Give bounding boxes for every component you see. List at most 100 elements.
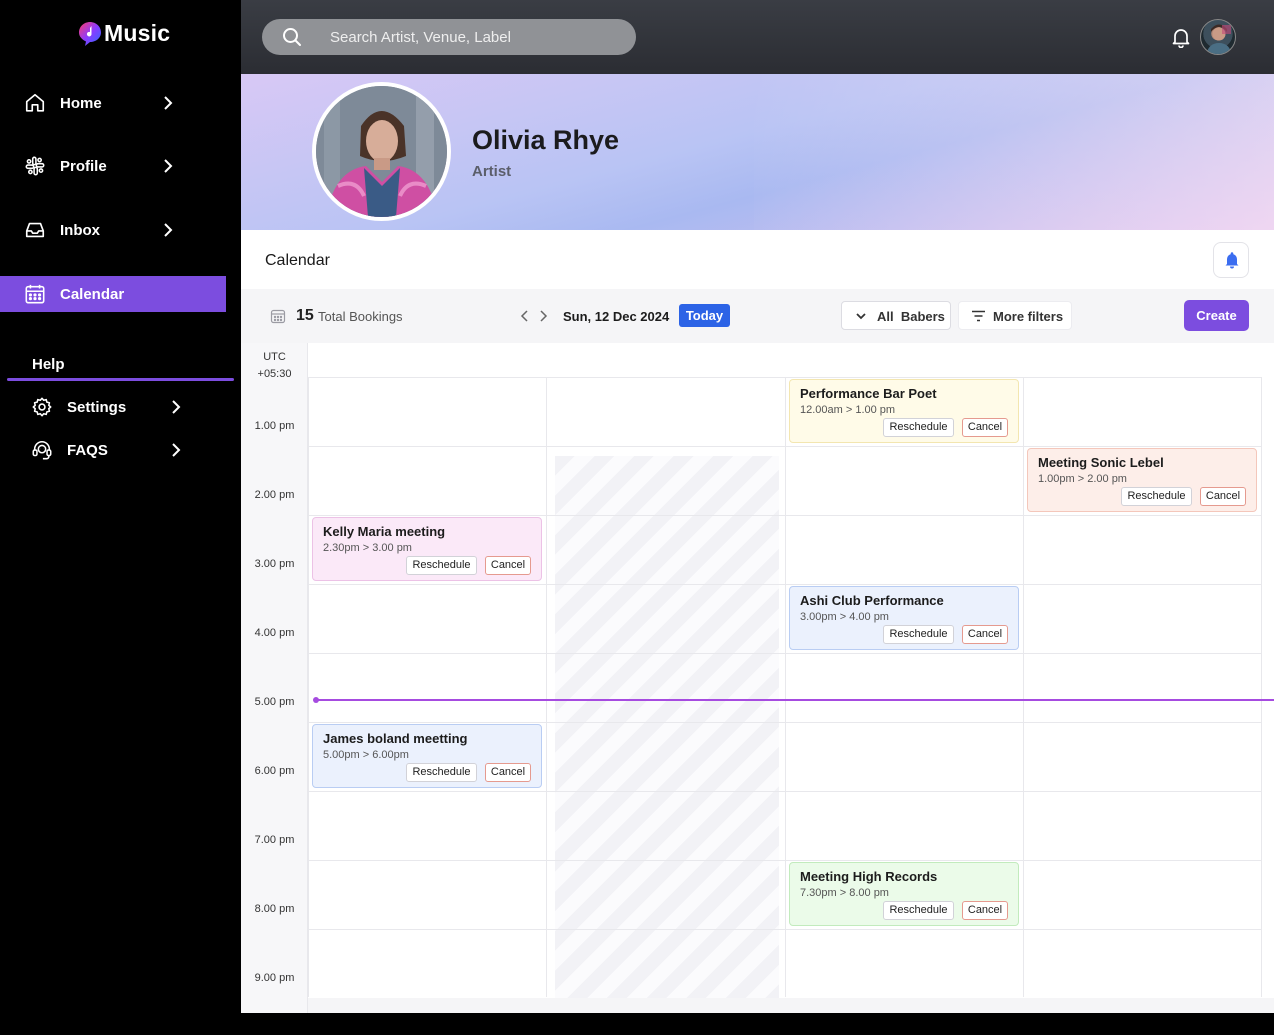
chevron-right-icon xyxy=(164,159,173,173)
event-title: James boland meetting xyxy=(323,731,468,746)
more-filters-label: More filters xyxy=(993,309,1064,324)
cancel-button[interactable]: Cancel xyxy=(1200,487,1246,506)
sidebar: Music Home Profile Inbox Calendar Help S… xyxy=(0,0,240,1035)
bell-icon xyxy=(1225,252,1239,269)
time-label: 3.00 pm xyxy=(254,558,295,570)
time-label: 4.00 pm xyxy=(254,627,295,639)
search-icon xyxy=(283,28,301,46)
event-card[interactable]: Kelly Maria meeting 2.30pm > 3.00 pm Resch… xyxy=(312,517,542,581)
user-avatar[interactable] xyxy=(1200,19,1236,55)
event-card[interactable]: Ashi Club Performance 3.00pm > 4.00 pm Res… xyxy=(789,586,1019,650)
event-title: Ashi Club Performance xyxy=(800,593,944,608)
profile-photo xyxy=(312,82,451,221)
search-bar[interactable] xyxy=(262,19,636,55)
topbar xyxy=(241,0,1274,74)
chevron-right-icon xyxy=(172,443,181,457)
event-time: 12.00am > 1.00 pm xyxy=(800,404,896,416)
search-input[interactable] xyxy=(330,27,620,47)
barbers-filter-label: All Babers xyxy=(877,309,945,324)
calendar-notification-button[interactable] xyxy=(1213,242,1249,278)
help-section-label: Help xyxy=(32,356,65,373)
reschedule-button[interactable]: Reschedule xyxy=(406,763,477,782)
reschedule-button[interactable]: Reschedule xyxy=(1121,487,1192,506)
grid-footer xyxy=(308,998,1274,1013)
cancel-button[interactable]: Cancel xyxy=(962,901,1008,920)
music-logo-icon xyxy=(79,21,101,46)
grid-column-line xyxy=(1261,377,1262,997)
total-bookings-label: Total Bookings xyxy=(318,309,403,324)
more-filters-button[interactable]: More filters xyxy=(958,301,1072,330)
time-label: 8.00 pm xyxy=(254,903,295,915)
reschedule-button[interactable]: Reschedule xyxy=(883,418,954,437)
filter-lines-icon xyxy=(972,310,985,322)
event-title: Meeting High Records xyxy=(800,869,938,884)
chevron-right-icon xyxy=(164,223,173,237)
reschedule-button[interactable]: Reschedule xyxy=(883,625,954,644)
chevron-right-icon[interactable] xyxy=(538,309,548,323)
current-time-indicator xyxy=(316,699,1274,701)
sidebar-item-label: Calendar xyxy=(60,285,125,303)
sidebar-item-faqs[interactable]: FAQS xyxy=(0,434,226,466)
slack-icon xyxy=(25,156,45,176)
grid-column-line xyxy=(1023,377,1024,997)
time-label: 2.00 pm xyxy=(254,489,295,501)
avatar-icon xyxy=(1206,24,1232,54)
sidebar-item-calendar[interactable]: Calendar xyxy=(0,276,226,312)
logo-text: Music xyxy=(104,20,171,46)
event-card[interactable]: Meeting Sonic Lebel 1.00pm > 2.00 pm Resch… xyxy=(1027,448,1257,512)
event-time: 2.30pm > 3.00 pm xyxy=(323,542,412,554)
bottom-strip xyxy=(241,1013,1274,1035)
time-label: 6.00 pm xyxy=(254,765,295,777)
profile-name: Olivia Rhye xyxy=(472,125,620,155)
cancel-button[interactable]: Cancel xyxy=(485,763,531,782)
grid-column-line xyxy=(785,377,786,997)
cancel-button[interactable]: Cancel xyxy=(962,625,1008,644)
artist-portrait-icon xyxy=(316,86,447,217)
logo[interactable]: Music xyxy=(78,20,170,47)
sidebar-item-inbox[interactable]: Inbox xyxy=(0,212,226,248)
event-title: Kelly Maria meeting xyxy=(323,524,446,539)
sidebar-item-profile[interactable]: Profile xyxy=(0,148,226,184)
home-icon xyxy=(25,93,45,112)
inbox-icon xyxy=(25,222,45,238)
calendar-title: Calendar xyxy=(265,252,330,269)
cancel-button[interactable]: Cancel xyxy=(485,556,531,575)
event-card[interactable]: James boland meetting 5.00pm > 6.00pm Resc… xyxy=(312,724,542,788)
time-label: 7.00 pm xyxy=(254,834,295,846)
calendar-grid: UTC +05:30 1.00 pm 2.00 pm 3.00 pm 4.00 pm 5… xyxy=(241,343,1274,1013)
chevron-right-icon xyxy=(164,96,173,110)
sidebar-item-home[interactable]: Home xyxy=(0,85,226,121)
current-date: Sun, 12 Dec 2024 xyxy=(563,309,670,324)
sidebar-item-label: Profile xyxy=(60,157,107,175)
calendar-toolbar: 15 Total Bookings Sun, 12 Dec 2024 Today… xyxy=(241,289,1274,343)
grid-column-line xyxy=(546,377,547,997)
reschedule-button[interactable]: Reschedule xyxy=(883,901,954,920)
event-title: Meeting Sonic Lebel xyxy=(1038,455,1164,470)
event-card[interactable]: Performance Bar Poet 12.00am > 1.00 pm Res… xyxy=(789,379,1019,443)
reschedule-button[interactable]: Reschedule xyxy=(406,556,477,575)
profile-banner: Olivia Rhye Artist xyxy=(241,74,1274,230)
headset-icon xyxy=(32,441,52,460)
notification-bell-icon[interactable] xyxy=(1170,26,1192,48)
sidebar-item-settings[interactable]: Settings xyxy=(0,391,226,423)
sidebar-item-label: Inbox xyxy=(60,221,100,239)
calendar-icon xyxy=(25,284,45,304)
create-button[interactable]: Create xyxy=(1184,300,1249,331)
timezone-label: UTC +05:30 xyxy=(241,349,308,383)
chevron-down-icon xyxy=(856,313,866,320)
time-label: 1.00 pm xyxy=(254,420,295,432)
profile-role: Artist xyxy=(472,163,512,180)
event-card[interactable]: Meeting High Records 7.30pm > 8.00 pm Resc… xyxy=(789,862,1019,926)
event-time: 5.00pm > 6.00pm xyxy=(323,749,409,761)
calendar-header: Calendar xyxy=(241,230,1274,289)
total-bookings-count: 15 xyxy=(296,307,314,324)
help-divider xyxy=(7,378,234,381)
cancel-button[interactable]: Cancel xyxy=(962,418,1008,437)
sidebar-item-label: FAQS xyxy=(67,442,108,459)
event-time: 7.30pm > 8.00 pm xyxy=(800,887,889,899)
calendar-small-icon xyxy=(270,309,286,324)
today-button[interactable]: Today xyxy=(679,304,730,327)
chevron-left-icon[interactable] xyxy=(520,309,530,323)
gear-icon xyxy=(32,397,52,417)
barbers-filter-dropdown[interactable]: All Babers xyxy=(841,301,951,330)
